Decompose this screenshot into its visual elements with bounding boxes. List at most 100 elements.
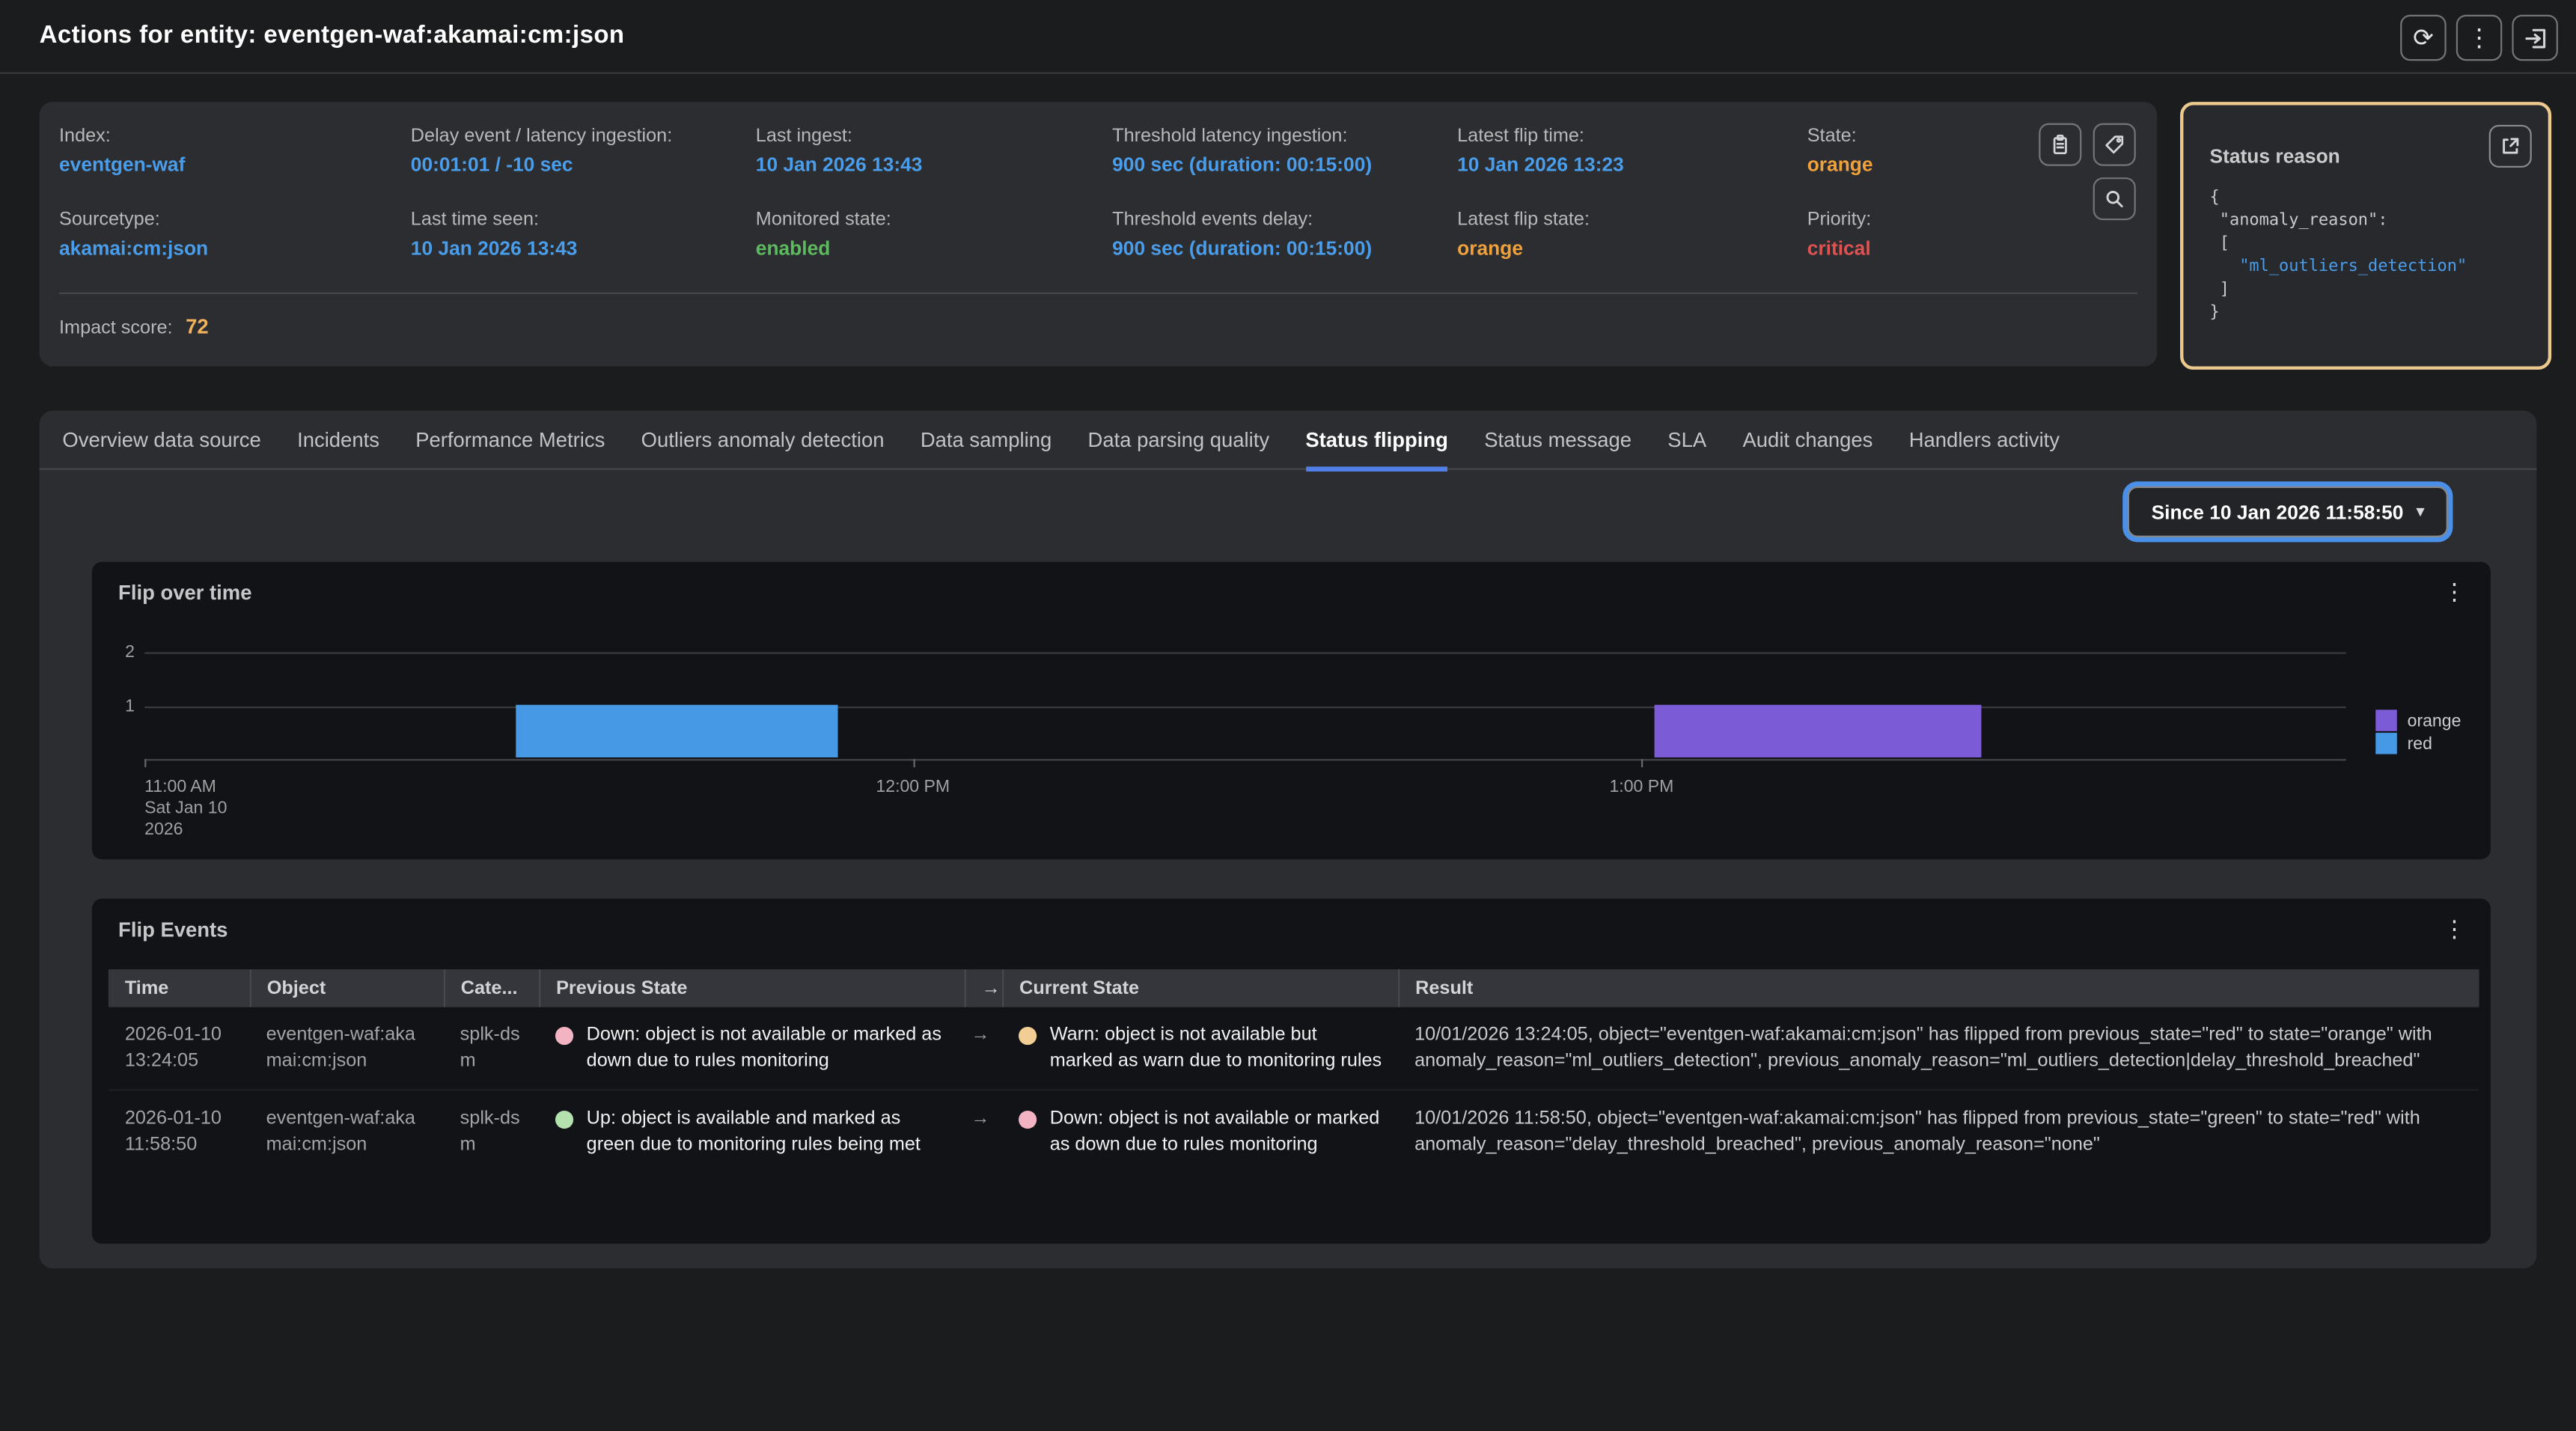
time-range-picker[interactable]: Since 10 Jan 2026 11:58:50 ▾ bbox=[2128, 486, 2448, 537]
legend-item-red[interactable]: red bbox=[2376, 733, 2461, 754]
clipboard-icon bbox=[2048, 133, 2072, 156]
legend-label: orange bbox=[2408, 710, 2461, 730]
more-menu-button[interactable]: ⋮ bbox=[2456, 15, 2502, 61]
table-row: 2026-01-10 11:58:50 eventgen-waf:akamai:… bbox=[109, 1090, 2479, 1174]
json-line: ] bbox=[2210, 279, 2467, 302]
entity-info-panel: Index: eventgen-waf Delay event / latenc… bbox=[40, 102, 2158, 366]
flip-over-time-card: Flip over time ⋮ 2111:00 AMSat Jan 10202… bbox=[92, 562, 2491, 859]
flip-events-table: Time Object Cate... Previous State → Cur… bbox=[109, 969, 2479, 1173]
x-axis-tick bbox=[913, 759, 915, 767]
impact-score-row: Impact score:72 bbox=[59, 315, 209, 338]
x-axis-tick bbox=[1641, 759, 1643, 767]
tab-incidents[interactable]: Incidents bbox=[297, 410, 379, 469]
y-axis-tick-label: 1 bbox=[102, 696, 135, 716]
state-text: Down: object is not available or marked … bbox=[587, 1022, 951, 1074]
cell-time: 2026-01-10 11:58:50 bbox=[109, 1090, 250, 1174]
col-header-previous-state: Previous State bbox=[539, 969, 965, 1007]
x-axis-tick bbox=[144, 759, 146, 767]
app-root: Actions for entity: eventgen-waf:akamai:… bbox=[0, 0, 2576, 1431]
external-link-icon bbox=[2499, 135, 2522, 158]
json-line: } bbox=[2210, 302, 2467, 326]
page-title: Actions for entity: eventgen-waf:akamai:… bbox=[40, 22, 625, 49]
json-line: "ml_outliers_detection" bbox=[2210, 256, 2467, 279]
top-actions: ⟳ ⋮ bbox=[2400, 15, 2558, 61]
flip-chart-plot: 2111:00 AMSat Jan 10202612:00 PM1:00 PM bbox=[144, 652, 2346, 759]
tab-overview-data-source[interactable]: Overview data source bbox=[62, 410, 260, 469]
col-header-category: Cate... bbox=[444, 969, 539, 1007]
status-reason-panel: Status reason { "anomaly_reason": [ "ml_… bbox=[2180, 102, 2551, 370]
field-last-time-seen: Last time seen: 10 Jan 2026 13:43 bbox=[411, 210, 756, 260]
impact-score-label: Impact score: bbox=[59, 319, 173, 338]
state-dot bbox=[1019, 1027, 1037, 1045]
state-dot bbox=[555, 1111, 573, 1129]
chart-bar-orange[interactable] bbox=[1655, 705, 1980, 757]
field-index: Index: eventgen-waf bbox=[59, 126, 411, 176]
x-axis-tick-label: 1:00 PM bbox=[1609, 777, 1673, 799]
tab-performance-metrics[interactable]: Performance Metrics bbox=[415, 410, 605, 469]
state-dot bbox=[555, 1027, 573, 1045]
json-line: "anomaly_reason": bbox=[2210, 210, 2467, 234]
exit-button[interactable] bbox=[2512, 15, 2557, 61]
table-title: Flip Events bbox=[118, 918, 228, 942]
gridline bbox=[144, 706, 2346, 707]
tag-icon bbox=[2103, 133, 2126, 156]
content-panel: Overview data source Incidents Performan… bbox=[40, 411, 2537, 1269]
cell-object: eventgen-waf:akamai:cm:json bbox=[250, 1007, 444, 1090]
legend-item-orange[interactable]: orange bbox=[2376, 710, 2461, 731]
field-priority: Priority: critical bbox=[1807, 210, 1960, 260]
x-axis-tick-label: 11:00 AMSat Jan 102026 bbox=[144, 777, 227, 841]
col-header-object: Object bbox=[250, 969, 444, 1007]
field-delay-ingestion: Delay event / latency ingestion: 00:01:0… bbox=[411, 126, 756, 176]
chart-menu-button[interactable]: ⋮ bbox=[2441, 579, 2467, 606]
cell-current-state: Down: object is not available or marked … bbox=[1002, 1090, 1398, 1174]
cell-current-state: Warn: object is not available but marked… bbox=[1002, 1007, 1398, 1090]
cell-result: 10/01/2026 11:58:50, object="eventgen-wa… bbox=[1398, 1090, 2479, 1174]
field-state: State: orange bbox=[1807, 126, 1960, 176]
cell-category: splk-dsm bbox=[444, 1090, 539, 1174]
status-reason-json: { "anomaly_reason": [ "ml_outliers_detec… bbox=[2210, 187, 2467, 325]
open-external-button[interactable] bbox=[2489, 125, 2532, 168]
tab-data-parsing-quality[interactable]: Data parsing quality bbox=[1088, 410, 1270, 469]
field-threshold-latency: Threshold latency ingestion: 900 sec (du… bbox=[1112, 126, 1457, 176]
x-axis bbox=[144, 759, 2346, 760]
col-header-result: Result bbox=[1398, 969, 2479, 1007]
field-last-ingest: Last ingest: 10 Jan 2026 13:43 bbox=[756, 126, 1112, 176]
search-icon bbox=[2103, 187, 2126, 210]
table-menu-button[interactable]: ⋮ bbox=[2441, 915, 2467, 943]
field-latest-flip-state: Latest flip state: orange bbox=[1457, 210, 1807, 260]
field-threshold-events-delay: Threshold events delay: 900 sec (duratio… bbox=[1112, 210, 1457, 260]
tab-status-flipping[interactable]: Status flipping bbox=[1305, 410, 1448, 469]
search-button[interactable] bbox=[2093, 177, 2136, 220]
tab-outliers-anomaly-detection[interactable]: Outliers anomaly detection bbox=[641, 410, 885, 469]
json-line: [ bbox=[2210, 234, 2467, 257]
col-header-time: Time bbox=[109, 969, 250, 1007]
tab-bar: Overview data source Incidents Performan… bbox=[40, 411, 2537, 470]
refresh-button[interactable]: ⟳ bbox=[2400, 15, 2446, 61]
flip-events-card: Flip Events ⋮ Time Object Cate... Previo… bbox=[92, 899, 2491, 1244]
legend-swatch bbox=[2376, 710, 2398, 731]
tab-handlers-activity[interactable]: Handlers activity bbox=[1909, 410, 2060, 469]
table-header-row: Time Object Cate... Previous State → Cur… bbox=[109, 969, 2479, 1007]
tab-audit-changes[interactable]: Audit changes bbox=[1742, 410, 1873, 469]
chart-bar-red[interactable] bbox=[516, 705, 837, 757]
tab-status-message[interactable]: Status message bbox=[1484, 410, 1632, 469]
cell-previous-state: Up: object is available and marked as gr… bbox=[539, 1090, 965, 1174]
field-sourcetype: Sourcetype: akamai:cm:json bbox=[59, 210, 411, 260]
cell-time: 2026-01-10 13:24:05 bbox=[109, 1007, 250, 1090]
top-bar: Actions for entity: eventgen-waf:akamai:… bbox=[0, 0, 2576, 74]
flip-arrow-icon: → bbox=[965, 1007, 1002, 1090]
chart-legend: orange red bbox=[2376, 710, 2461, 755]
tag-button[interactable] bbox=[2093, 123, 2136, 166]
clipboard-button[interactable] bbox=[2039, 123, 2081, 166]
json-line: { bbox=[2210, 187, 2467, 210]
field-monitored-state: Monitored state: enabled bbox=[756, 210, 1112, 260]
col-header-current-state: Current State bbox=[1002, 969, 1398, 1007]
tab-sla[interactable]: SLA bbox=[1667, 410, 1706, 469]
table-row: 2026-01-10 13:24:05 eventgen-waf:akamai:… bbox=[109, 1007, 2479, 1090]
state-text: Up: object is available and marked as gr… bbox=[587, 1105, 951, 1158]
state-text: Warn: object is not available but marked… bbox=[1050, 1022, 1385, 1074]
cell-previous-state: Down: object is not available or marked … bbox=[539, 1007, 965, 1090]
chart-title: Flip over time bbox=[118, 582, 251, 605]
flip-arrow-icon: → bbox=[965, 1090, 1002, 1174]
tab-data-sampling[interactable]: Data sampling bbox=[921, 410, 1052, 469]
